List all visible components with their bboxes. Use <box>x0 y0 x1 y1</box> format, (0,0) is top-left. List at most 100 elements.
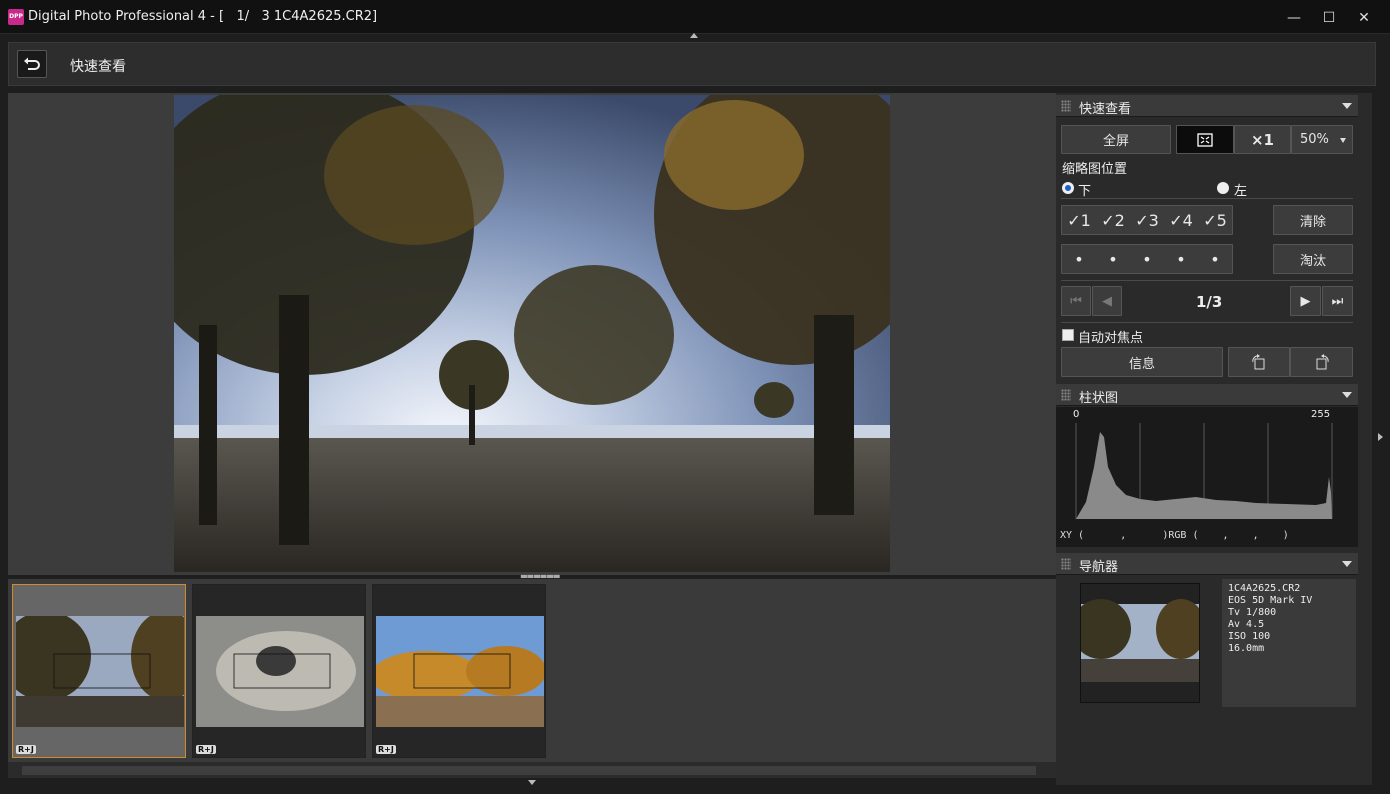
panel-title: 快速查看 <box>1079 102 1132 117</box>
info-aperture: Av 4.5 <box>1228 619 1265 630</box>
image-viewer[interactable] <box>8 93 1056 575</box>
collapse-down-icon[interactable] <box>528 780 536 785</box>
navigator-preview[interactable] <box>1080 583 1200 703</box>
next-image-button[interactable]: ▶ <box>1290 286 1321 316</box>
collapse-icon[interactable] <box>1342 103 1352 109</box>
divider <box>1061 280 1353 281</box>
rotate-right-icon <box>1316 354 1329 370</box>
rating-star-1[interactable]: • <box>1074 250 1083 269</box>
clear-button[interactable]: 清除 <box>1273 205 1353 235</box>
toolbar: 快速查看 <box>8 42 1376 86</box>
right-panel: 快速查看 全屏 ×1 50% 缩略图位置 下 左 ✓1 ✓2 ✓3 ✓4 ✓5 … <box>1056 93 1358 785</box>
rotate-left-icon <box>1252 354 1265 370</box>
skip-first-icon: ⏮ <box>1070 293 1082 309</box>
rating-star-2[interactable]: • <box>1108 250 1117 269</box>
navigator-panel-header[interactable]: 导航器 <box>1056 553 1358 575</box>
collapse-up-icon[interactable] <box>690 33 698 38</box>
chevron-down-icon <box>1340 138 1346 143</box>
rating-group: • • • • • <box>1061 244 1233 274</box>
radio-left[interactable] <box>1217 182 1229 194</box>
grip-icon <box>1061 389 1071 401</box>
raw-jpeg-badge: R+J <box>16 745 36 754</box>
zoom-select-value: 50% <box>1300 132 1329 147</box>
radio-left-label: 左 <box>1234 184 1248 199</box>
histogram-plot <box>1075 423 1333 519</box>
main-photo[interactable] <box>174 95 890 572</box>
title-bar: DPP Digital Photo Professional 4 - [ 1/ … <box>0 0 1390 34</box>
checkmark-3-button[interactable]: ✓3 <box>1135 211 1159 230</box>
histogram: 0 255 <box>1056 407 1358 547</box>
thumbnail-image <box>196 616 364 727</box>
info-filename: 1C4A2625.CR2 <box>1228 583 1301 594</box>
skip-last-icon: ⏭ <box>1331 293 1344 309</box>
panel-title: 导航器 <box>1079 560 1119 575</box>
checkmark-group: ✓1 ✓2 ✓3 ✓4 ✓5 <box>1061 205 1233 235</box>
fullscreen-button[interactable]: 全屏 <box>1061 125 1171 154</box>
prev-image-button[interactable]: ◀ <box>1092 286 1122 316</box>
checkmark-1-button[interactable]: ✓1 <box>1067 211 1091 230</box>
thumbnail-image <box>16 616 184 727</box>
rating-star-5[interactable]: • <box>1210 250 1219 269</box>
maximize-button[interactable]: ☐ <box>1315 6 1343 30</box>
thumbnail-2[interactable]: R+J <box>192 584 366 758</box>
auto-focus-label: 自动对焦点 <box>1078 331 1144 346</box>
info-shutter: Tv 1/800 <box>1228 607 1277 618</box>
close-button[interactable]: ✕ <box>1350 6 1378 30</box>
info-iso: ISO 100 <box>1228 631 1271 642</box>
right-panel-scrollbar[interactable] <box>1358 93 1372 785</box>
fit-screen-icon <box>1197 132 1213 147</box>
thumb-position-label: 缩略图位置 <box>1062 162 1128 177</box>
last-image-button[interactable]: ⏭ <box>1322 286 1353 316</box>
scrollbar-track[interactable] <box>22 766 1036 775</box>
minimize-button[interactable]: — <box>1280 6 1308 30</box>
divider <box>1061 198 1353 199</box>
checkmark-2-button[interactable]: ✓2 <box>1101 211 1125 230</box>
zoom-1x-button[interactable]: ×1 <box>1234 125 1291 154</box>
toolbar-title: 快速查看 <box>70 59 126 75</box>
rotate-left-button[interactable] <box>1228 347 1290 377</box>
info-camera: EOS 5D Mark IV <box>1228 595 1313 606</box>
chevron-right-icon[interactable] <box>1378 433 1383 441</box>
arrow-left-icon: ◀ <box>1102 293 1112 309</box>
radio-bottom-label: 下 <box>1078 184 1092 199</box>
histogram-axis-max: 255 <box>1311 409 1331 420</box>
auto-focus-checkbox[interactable] <box>1062 329 1074 341</box>
grip-icon <box>1061 100 1071 112</box>
page-indicator: 1/3 <box>1196 293 1223 311</box>
thumbnail-1[interactable]: R+J <box>12 584 186 758</box>
radio-bottom[interactable] <box>1062 182 1074 194</box>
rotate-right-button[interactable] <box>1290 347 1353 377</box>
horizontal-scrollbar[interactable] <box>8 762 1056 778</box>
thumbnail-3[interactable]: R+J <box>372 584 546 758</box>
checkmark-5-button[interactable]: ✓5 <box>1203 211 1227 230</box>
quick-view-panel-header[interactable]: 快速查看 <box>1056 95 1358 117</box>
fit-screen-button[interactable] <box>1176 125 1234 154</box>
collapse-icon[interactable] <box>1342 561 1352 567</box>
xy-rgb-readout: XY ( , )RGB ( , , ) <box>1060 530 1289 541</box>
raw-jpeg-badge: R+J <box>376 745 396 754</box>
collapse-icon[interactable] <box>1342 392 1352 398</box>
panel-title: 柱状图 <box>1079 391 1119 406</box>
histogram-axis-min: 0 <box>1073 409 1080 420</box>
first-image-button[interactable]: ⏮ <box>1061 286 1091 316</box>
checkmark-4-button[interactable]: ✓4 <box>1169 211 1193 230</box>
zoom-select[interactable]: 50% <box>1291 125 1353 154</box>
undo-arrow-icon <box>24 57 40 70</box>
reject-button[interactable]: 淘汰 <box>1273 244 1353 274</box>
rating-star-3[interactable]: • <box>1142 250 1151 269</box>
arrow-right-icon: ▶ <box>1300 293 1311 309</box>
app-icon: DPP <box>8 9 24 25</box>
grip-icon <box>1061 558 1071 570</box>
rating-star-4[interactable]: • <box>1176 250 1185 269</box>
thumbnail-image <box>376 616 544 727</box>
window-title: Digital Photo Professional 4 - [ 1/ 3 1C… <box>28 9 378 24</box>
thumbnail-strip[interactable]: R+J R+J R+J <box>8 578 1056 762</box>
side-collapse-strip[interactable] <box>1372 93 1390 785</box>
divider <box>1061 322 1353 323</box>
back-button[interactable] <box>17 50 47 78</box>
info-focal-length: 16.0mm <box>1228 643 1265 654</box>
info-button[interactable]: 信息 <box>1061 347 1223 377</box>
histogram-panel-header[interactable]: 柱状图 <box>1056 384 1358 406</box>
raw-jpeg-badge: R+J <box>196 745 216 754</box>
image-info-box: 1C4A2625.CR2 EOS 5D Mark IV Tv 1/800 Av … <box>1222 579 1356 707</box>
